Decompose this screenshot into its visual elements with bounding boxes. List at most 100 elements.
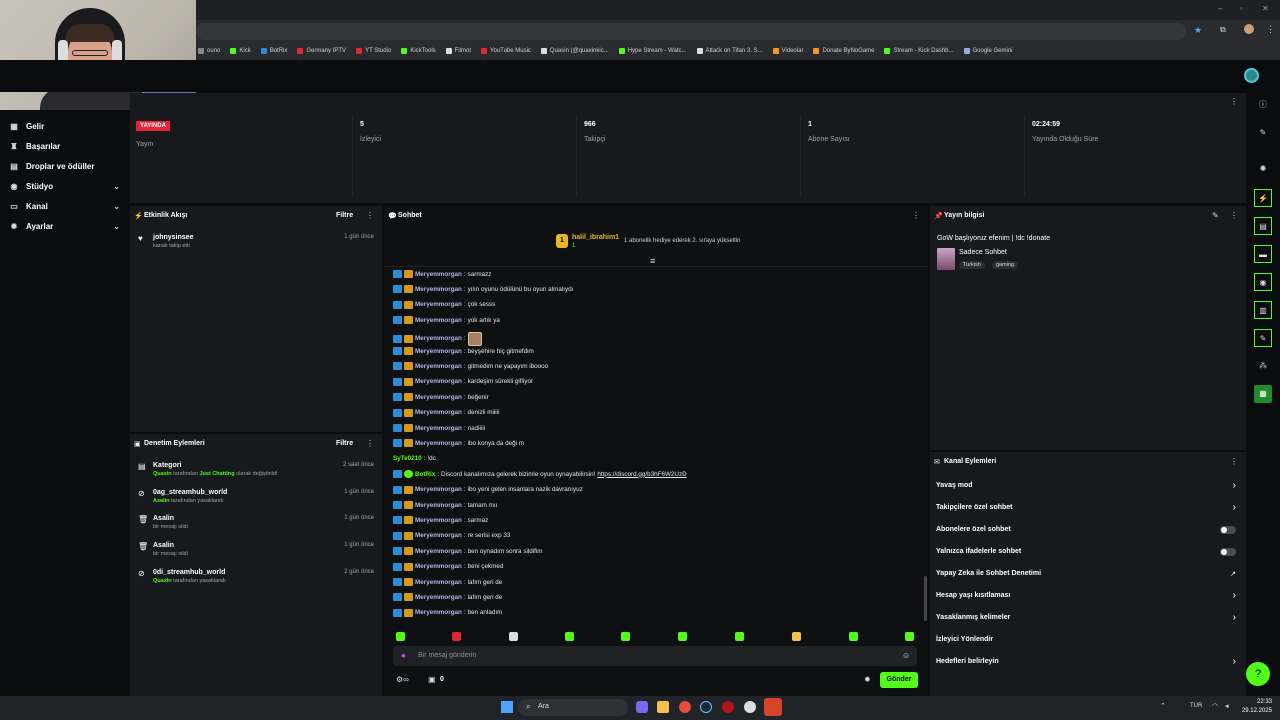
target-icon[interactable]: ✺ <box>1254 160 1272 178</box>
url-field[interactable] <box>196 23 1186 40</box>
edit-icon[interactable]: ✎ <box>1212 211 1219 220</box>
points-icon[interactable]: ▣ <box>428 675 436 684</box>
emote-button[interactable] <box>905 632 914 641</box>
tag-chip[interactable]: gaming <box>992 261 1019 269</box>
chat-username[interactable]: Meryemmorgan <box>415 363 462 370</box>
teams-icon[interactable] <box>636 701 648 713</box>
toggle-switch[interactable] <box>1220 526 1236 534</box>
file-explorer-icon[interactable] <box>657 701 669 713</box>
wifi-icon[interactable]: ◠ <box>1212 702 1218 710</box>
help-button[interactable]: ? <box>1246 662 1270 686</box>
sidebar-item-droplar[interactable]: ▤ Droplar ve ödüller <box>10 162 120 171</box>
wrench-icon[interactable]: ✎ <box>1254 329 1272 347</box>
chat-username[interactable]: Meryemmorgan <box>415 563 462 570</box>
profile-avatar[interactable] <box>1244 24 1254 34</box>
sidebar-item-ayarlar[interactable]: ✹ Ayarlar ⌄ <box>10 222 120 231</box>
taskbar-search[interactable]: ⌕ Ara <box>518 699 628 716</box>
mic-icon[interactable]: ● <box>401 651 406 660</box>
chat-input[interactable]: ● Bir mesaj gönderin ☺ <box>393 646 917 666</box>
emote-button[interactable] <box>396 632 405 641</box>
obs-icon[interactable] <box>744 701 756 713</box>
chat-username[interactable]: Meryemmorgan <box>415 425 462 432</box>
chat-username[interactable]: Meryemmorgan <box>415 378 462 385</box>
chat-username[interactable]: Meryemmorgan <box>415 271 462 278</box>
volume-icon[interactable]: ◂ <box>1225 702 1229 710</box>
emote-button[interactable] <box>792 632 801 641</box>
emote-button[interactable] <box>509 632 518 641</box>
chat-username[interactable]: Meryemmorgan <box>415 517 462 524</box>
chat-username[interactable]: Meryemmorgan <box>415 286 462 293</box>
sidebar-item-kanal[interactable]: ▭ Kanal ⌄ <box>10 202 120 211</box>
app-icon[interactable] <box>722 701 734 713</box>
more-options-icon[interactable]: ⋮ <box>366 439 374 448</box>
chat-username[interactable]: Meryemmorgan <box>415 609 462 616</box>
chat-username[interactable]: Meryemmorgan <box>415 317 462 324</box>
category-thumbnail[interactable] <box>937 248 955 270</box>
chat-username[interactable]: Meryemmorgan <box>415 440 462 447</box>
emote-button[interactable] <box>849 632 858 641</box>
channel-action-label[interactable]: Yalnızca ifadelerle sohbet <box>936 548 1021 555</box>
chat-username[interactable]: Meryemmorgan <box>415 532 462 539</box>
chat-username[interactable]: SyTe0210 <box>393 455 422 462</box>
chat-username[interactable]: Meryemmorgan <box>415 502 462 509</box>
toggle-switch[interactable] <box>1220 548 1236 556</box>
chat-username[interactable]: Meryemmorgan <box>415 548 462 555</box>
emote-button[interactable] <box>452 632 461 641</box>
more-options-icon[interactable]: ⋮ <box>1230 211 1238 220</box>
channel-action-label[interactable]: Hedefleri belirleyin <box>936 658 999 665</box>
user-avatar[interactable] <box>1244 68 1259 83</box>
chat-username[interactable]: Meryemmorgan <box>415 335 462 342</box>
emote-button[interactable] <box>735 632 744 641</box>
chat-username[interactable]: Meryemmorgan <box>415 579 462 586</box>
clock-time[interactable]: 22:33 <box>1242 699 1272 705</box>
more-options-icon[interactable]: ⋮ <box>366 211 374 220</box>
tools-icon[interactable]: ⚙∞ <box>396 675 409 684</box>
bookmark-item[interactable]: Attack on Titan 3. S... <box>696 48 763 54</box>
channel-action-label[interactable]: Yasaklanmış kelimeler <box>936 614 1010 621</box>
bookmark-item[interactable]: Videolar <box>772 48 803 54</box>
bookmark-item[interactable]: Hype Stream - Watc... <box>618 48 687 54</box>
scroll-down-icon[interactable]: ≡ <box>650 256 655 266</box>
broadcast-icon[interactable]: ◉ <box>1254 273 1272 291</box>
chat-username[interactable]: Meryemmorgan <box>415 594 462 601</box>
external-link-icon[interactable]: ↗ <box>1230 570 1236 578</box>
channel-action-label[interactable]: İzleyici Yönlendir <box>936 636 993 643</box>
bookmark-item[interactable]: KickTools <box>401 48 436 54</box>
sidebar-item-studyo[interactable]: ◉ Stüdyo ⌄ <box>10 182 121 191</box>
minimize-icon[interactable]: – <box>1218 4 1222 13</box>
document-icon[interactable]: ▤ <box>1254 217 1272 235</box>
chevron-right-icon[interactable]: › <box>1233 656 1236 667</box>
chevron-right-icon[interactable]: › <box>1233 612 1236 623</box>
bookmark-item[interactable]: Quasin (@quaxinkic... <box>540 48 609 54</box>
emote-button[interactable] <box>565 632 574 641</box>
category-name[interactable]: Sadece Sohbet <box>959 249 1007 256</box>
maximize-icon[interactable]: ▫ <box>1240 4 1243 13</box>
tag-chip[interactable]: Turkish <box>959 261 985 269</box>
pencil-icon[interactable]: ✎ <box>1254 124 1272 142</box>
chat-username[interactable]: BotRix <box>415 471 435 478</box>
flash-icon[interactable]: ⚡ <box>1254 189 1272 207</box>
more-options-icon[interactable]: ⋮ <box>1230 97 1238 106</box>
chat-icon[interactable]: ▬ <box>1254 245 1272 263</box>
bookmark-item[interactable]: YouTube Music <box>481 48 531 54</box>
filter-button[interactable]: Filtre <box>336 440 353 447</box>
clock-date[interactable]: 29.12.2025 <box>1236 708 1272 714</box>
active-app-icon[interactable] <box>764 698 782 716</box>
channel-action-label[interactable]: Abonelere özel sohbet <box>936 526 1011 533</box>
chat-username[interactable]: Meryemmorgan <box>415 301 462 308</box>
steam-icon[interactable] <box>700 701 712 713</box>
chrome-icon[interactable] <box>679 701 691 713</box>
close-window-icon[interactable]: ✕ <box>1262 4 1269 13</box>
chat-username[interactable]: Meryemmorgan <box>415 348 462 355</box>
chevron-right-icon[interactable]: › <box>1233 590 1236 601</box>
bookmark-item[interactable]: BotRix <box>260 48 287 54</box>
bookmark-item[interactable]: Stream - Kick Dashb... <box>884 48 954 54</box>
bookmark-star-icon[interactable]: ★ <box>1194 25 1202 36</box>
bookmark-item[interactable]: Kick <box>230 48 251 54</box>
chat-settings-icon[interactable]: ✹ <box>864 675 871 684</box>
sidebar-item-basarilar[interactable]: ♜ Başarılar <box>10 142 120 151</box>
chat-scrollbar[interactable] <box>924 576 927 621</box>
tray-chevron-icon[interactable]: ⌃ <box>1160 702 1166 710</box>
chat-username[interactable]: Meryemmorgan <box>415 394 462 401</box>
send-button[interactable]: Gönder <box>880 672 918 688</box>
